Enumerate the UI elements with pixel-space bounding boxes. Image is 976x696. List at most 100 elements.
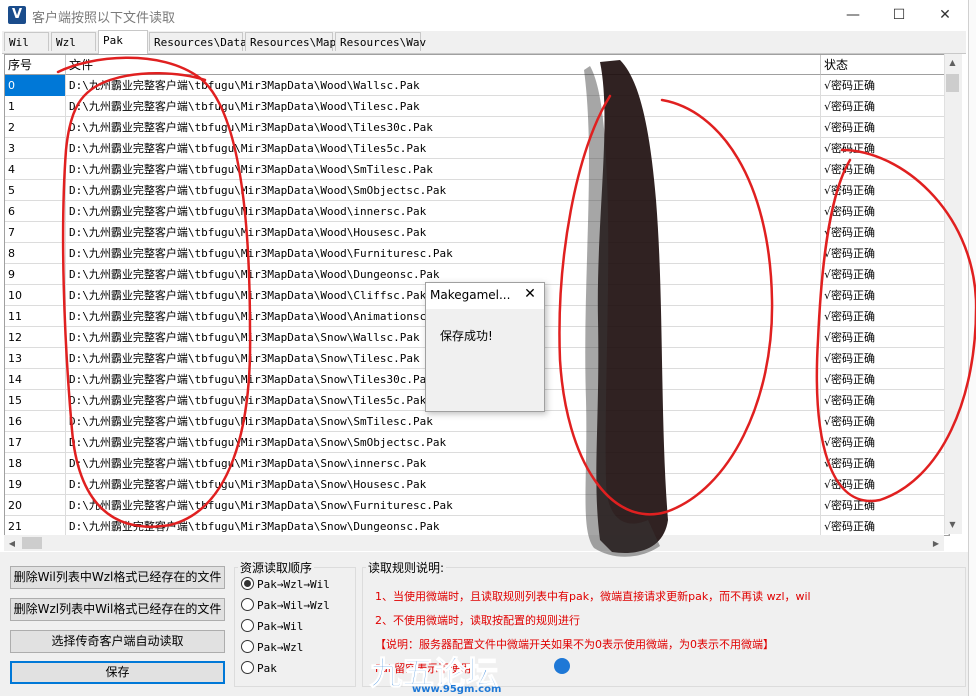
table-row[interactable]: 8 D:\九州霸业完整客户端\tbfugu\Mir3MapData\Wood\Fu… xyxy=(5,243,949,264)
cell-file[interactable]: D:\九州霸业完整客户端\tbfugu\Mir3MapData\Snow\Hou… xyxy=(66,474,821,495)
horizontal-scroll-thumb[interactable] xyxy=(22,537,42,549)
cell-status[interactable]: √密码正确 xyxy=(821,516,949,535)
table-row[interactable]: 7 D:\九州霸业完整客户端\tbfugu\Mir3MapData\Wood\Ho… xyxy=(5,222,949,243)
cell-status[interactable]: √密码正确 xyxy=(821,117,949,138)
cell-file[interactable]: D:\九州霸业完整客户端\tbfugu\Mir3MapData\Wood\SmO… xyxy=(66,180,821,201)
cell-status[interactable]: √密码正确 xyxy=(821,243,949,264)
cell-status[interactable]: √密码正确 xyxy=(821,411,949,432)
scroll-left-icon[interactable]: ◀ xyxy=(6,539,18,548)
cell-index[interactable]: 3 xyxy=(5,138,66,159)
cell-status[interactable]: √密码正确 xyxy=(821,348,949,369)
cell-status[interactable]: √密码正确 xyxy=(821,222,949,243)
cell-status[interactable]: √密码正确 xyxy=(821,495,949,516)
read-order-option[interactable]: Pak→Wil→Wzl xyxy=(241,597,330,615)
vertical-scrollbar[interactable] xyxy=(944,54,962,534)
cell-file[interactable]: D:\九州霸业完整客户端\tbfugu\Mir3MapData\Snow\inn… xyxy=(66,453,821,474)
table-row[interactable]: 0 D:\九州霸业完整客户端\tbfugu\Mir3MapData\Wood\Wa… xyxy=(5,75,949,96)
table-row[interactable]: 5 D:\九州霸业完整客户端\tbfugu\Mir3MapData\Wood\Sm… xyxy=(5,180,949,201)
cell-status[interactable]: √密码正确 xyxy=(821,369,949,390)
cell-index[interactable]: 21 xyxy=(5,516,66,535)
cell-file[interactable]: D:\九州霸业完整客户端\tbfugu\Mir3MapData\Wood\Fur… xyxy=(66,243,821,264)
cell-index[interactable]: 19 xyxy=(5,474,66,495)
table-row[interactable]: 19 D:\九州霸业完整客户端\tbfugu\Mir3MapData\Snow\H… xyxy=(5,474,949,495)
radio-button-icon[interactable] xyxy=(241,661,254,674)
cell-index[interactable]: 18 xyxy=(5,453,66,474)
table-row[interactable]: 4 D:\九州霸业完整客户端\tbfugu\Mir3MapData\Wood\Sm… xyxy=(5,159,949,180)
delete-wil-duplicates-button[interactable]: 删除Wil列表中Wzl格式已经存在的文件 xyxy=(10,566,225,589)
cell-status[interactable]: √密码正确 xyxy=(821,180,949,201)
cell-status[interactable]: √密码正确 xyxy=(821,75,949,96)
cell-status[interactable]: √密码正确 xyxy=(821,390,949,411)
read-order-option[interactable]: Pak→Wzl→Wil xyxy=(241,576,330,594)
cell-index[interactable]: 12 xyxy=(5,327,66,348)
cell-index[interactable]: 10 xyxy=(5,285,66,306)
maximize-button[interactable]: ☐ xyxy=(876,0,922,30)
scroll-down-icon[interactable]: ▼ xyxy=(946,520,959,529)
tab-resources-wav[interactable]: Resources\Wav xyxy=(335,32,426,51)
cell-index[interactable]: 1 xyxy=(5,96,66,117)
cell-index[interactable]: 4 xyxy=(5,159,66,180)
scroll-up-icon[interactable]: ▲ xyxy=(946,58,959,67)
tab-wil[interactable]: Wil xyxy=(4,32,49,51)
cell-file[interactable]: D:\九州霸业完整客户端\tbfugu\Mir3MapData\Wood\Wal… xyxy=(66,75,821,96)
radio-button-icon[interactable] xyxy=(241,640,254,653)
delete-wzl-duplicates-button[interactable]: 删除Wzl列表中Wil格式已经存在的文件 xyxy=(10,598,225,621)
cell-status[interactable]: √密码正确 xyxy=(821,96,949,117)
cell-status[interactable]: √密码正确 xyxy=(821,201,949,222)
cell-index[interactable]: 7 xyxy=(5,222,66,243)
cell-index[interactable]: 20 xyxy=(5,495,66,516)
cell-index[interactable]: 15 xyxy=(5,390,66,411)
cell-index[interactable]: 11 xyxy=(5,306,66,327)
auto-read-client-button[interactable]: 选择传奇客户端自动读取 xyxy=(10,630,225,653)
cell-status[interactable]: √密码正确 xyxy=(821,306,949,327)
cell-file[interactable]: D:\九州霸业完整客户端\tbfugu\Mir3MapData\Wood\Til… xyxy=(66,117,821,138)
cell-file[interactable]: D:\九州霸业完整客户端\tbfugu\Mir3MapData\Wood\Til… xyxy=(66,138,821,159)
cell-index[interactable]: 6 xyxy=(5,201,66,222)
table-row[interactable]: 3 D:\九州霸业完整客户端\tbfugu\Mir3MapData\Wood\Ti… xyxy=(5,138,949,159)
save-button[interactable]: 保存 xyxy=(10,661,225,684)
cell-file[interactable]: D:\九州霸业完整客户端\tbfugu\Mir3MapData\Snow\SmO… xyxy=(66,432,821,453)
read-order-option[interactable]: Pak→Wil xyxy=(241,618,303,636)
tab-resources-data[interactable]: Resources\Data xyxy=(149,32,247,51)
table-row[interactable]: 21 D:\九州霸业完整客户端\tbfugu\Mir3MapData\Snow\D… xyxy=(5,516,949,535)
header-file[interactable]: 文件 xyxy=(66,55,821,75)
tab-wzl[interactable]: Wzl xyxy=(51,32,96,51)
cell-status[interactable]: √密码正确 xyxy=(821,264,949,285)
cell-index[interactable]: 8 xyxy=(5,243,66,264)
cell-status[interactable]: √密码正确 xyxy=(821,285,949,306)
cell-file[interactable]: D:\九州霸业完整客户端\tbfugu\Mir3MapData\Snow\SmT… xyxy=(66,411,821,432)
table-row[interactable]: 17 D:\九州霸业完整客户端\tbfugu\Mir3MapData\Snow\S… xyxy=(5,432,949,453)
cell-file[interactable]: D:\九州霸业完整客户端\tbfugu\Mir3MapData\Wood\SmT… xyxy=(66,159,821,180)
cell-file[interactable]: D:\九州霸业完整客户端\tbfugu\Mir3MapData\Wood\inn… xyxy=(66,201,821,222)
cell-file[interactable]: D:\九州霸业完整客户端\tbfugu\Mir3MapData\Snow\Dun… xyxy=(66,516,821,535)
cell-index[interactable]: 16 xyxy=(5,411,66,432)
cell-index[interactable]: 2 xyxy=(5,117,66,138)
table-row[interactable]: 6 D:\九州霸业完整客户端\tbfugu\Mir3MapData\Wood\in… xyxy=(5,201,949,222)
radio-button-icon[interactable] xyxy=(241,619,254,632)
cell-file[interactable]: D:\九州霸业完整客户端\tbfugu\Mir3MapData\Wood\Hou… xyxy=(66,222,821,243)
read-order-option[interactable]: Pak→Wzl xyxy=(241,639,303,657)
cell-status[interactable]: √密码正确 xyxy=(821,474,949,495)
table-row[interactable]: 2 D:\九州霸业完整客户端\tbfugu\Mir3MapData\Wood\Ti… xyxy=(5,117,949,138)
cell-index[interactable]: 5 xyxy=(5,180,66,201)
header-status[interactable]: 状态 xyxy=(821,55,949,75)
table-row[interactable]: 18 D:\九州霸业完整客户端\tbfugu\Mir3MapData\Snow\i… xyxy=(5,453,949,474)
cell-index[interactable]: 13 xyxy=(5,348,66,369)
radio-button-icon[interactable] xyxy=(241,598,254,611)
cell-status[interactable]: √密码正确 xyxy=(821,159,949,180)
cell-file[interactable]: D:\九州霸业完整客户端\tbfugu\Mir3MapData\Snow\Fur… xyxy=(66,495,821,516)
tab-pak[interactable]: Pak xyxy=(98,30,148,54)
scroll-right-icon[interactable]: ▶ xyxy=(930,539,942,548)
cell-status[interactable]: √密码正确 xyxy=(821,327,949,348)
table-row[interactable]: 1 D:\九州霸业完整客户端\tbfugu\Mir3MapData\Wood\Ti… xyxy=(5,96,949,117)
tab-resources-map[interactable]: Resources\Map xyxy=(245,32,336,51)
horizontal-scrollbar[interactable] xyxy=(4,535,944,551)
close-button[interactable]: ✕ xyxy=(922,0,968,30)
radio-button-icon[interactable] xyxy=(241,577,254,590)
cell-index[interactable]: 0 xyxy=(5,75,66,96)
read-order-option[interactable]: Pak xyxy=(241,660,277,678)
cell-status[interactable]: √密码正确 xyxy=(821,453,949,474)
cell-status[interactable]: √密码正确 xyxy=(821,138,949,159)
table-row[interactable]: 16 D:\九州霸业完整客户端\tbfugu\Mir3MapData\Snow\S… xyxy=(5,411,949,432)
cell-index[interactable]: 14 xyxy=(5,369,66,390)
